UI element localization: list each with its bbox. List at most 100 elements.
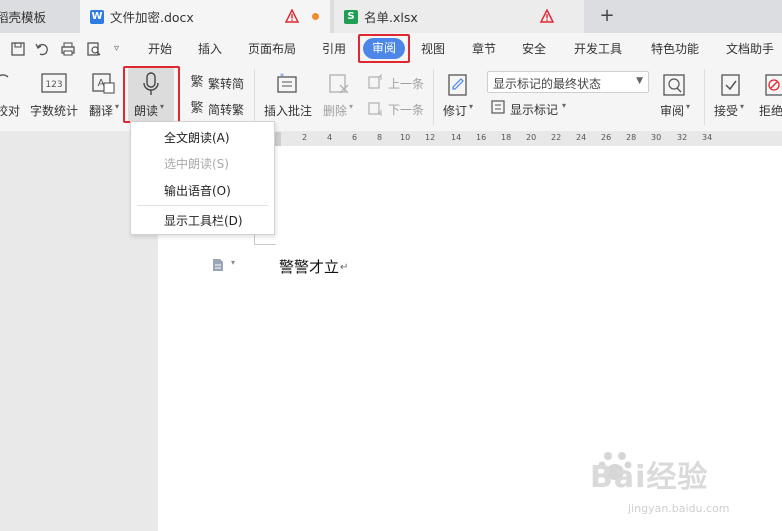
tab-template[interactable]: 稻壳模板	[0, 0, 78, 33]
show-markup-label[interactable]: 显示标记	[510, 101, 558, 118]
tab-docx[interactable]: W 文件加密.docx	[80, 0, 330, 33]
reject-label[interactable]: 拒绝	[759, 102, 782, 119]
translate-icon[interactable]: A	[92, 73, 116, 95]
review-ribbon: 校对 123 字数统计 A 翻译 ▾ 朗读 ▾ 繁 繁转简 繁 简转繁 * 插入…	[0, 65, 782, 131]
ruler-tick: 28	[626, 133, 637, 142]
translate-label[interactable]: 翻译	[89, 102, 113, 119]
word-count-icon[interactable]: 123	[41, 73, 67, 95]
review-pane-label[interactable]: 审阅	[660, 102, 684, 119]
trad-to-simp-label[interactable]: 繁转简	[208, 75, 244, 92]
read-all-item[interactable]: 全文朗读(A)	[164, 129, 230, 146]
chevron-down-icon: ▼	[636, 76, 643, 86]
svg-text:繁: 繁	[190, 100, 203, 115]
ruler-tick: 26	[601, 133, 612, 142]
paragraph-handle-dropdown-icon[interactable]: ▾	[231, 258, 235, 267]
ruler-tick: 30	[651, 133, 662, 142]
reject-icon[interactable]	[764, 73, 782, 97]
horizontal-ruler: 2 4 6 8 10 12 14 16 18 20 22 24 26 28 30…	[275, 132, 782, 146]
menu-insert[interactable]: 插入	[198, 33, 222, 65]
undo-icon[interactable]	[34, 41, 50, 57]
warning-icon	[540, 9, 554, 23]
ruler-tick: 24	[576, 133, 587, 142]
tab-xlsx[interactable]: S 名单.xlsx	[334, 0, 584, 33]
word-count-label[interactable]: 字数统计	[30, 102, 78, 119]
translate-dropdown-icon[interactable]: ▾	[115, 102, 119, 111]
tab-template-label: 稻壳模板	[0, 10, 47, 25]
next-comment-icon[interactable]	[367, 100, 383, 116]
review-pane-dropdown-icon[interactable]: ▾	[686, 102, 690, 111]
accept-icon[interactable]	[720, 73, 742, 97]
track-changes-icon[interactable]	[447, 73, 469, 97]
word-doc-icon: W	[90, 9, 104, 24]
menu-start[interactable]: 开始	[148, 33, 172, 65]
proofread-label[interactable]: 校对	[0, 102, 20, 119]
menu-references[interactable]: 引用	[322, 33, 346, 65]
export-speech-item[interactable]: 输出语音(O)	[164, 182, 231, 199]
ruler-tick: 2	[302, 133, 308, 142]
tab-xlsx-label: 名单.xlsx	[364, 10, 418, 25]
menu-section[interactable]: 章节	[472, 33, 496, 65]
review-pane-icon[interactable]	[662, 73, 686, 97]
read-aloud-menu: 全文朗读(A) 选中朗读(S) 输出语音(O) 显示工具栏(D)	[130, 121, 275, 235]
ruler-tick: 6	[352, 133, 358, 142]
svg-text:繁: 繁	[190, 74, 203, 89]
watermark-brand: Bai经验	[590, 460, 709, 495]
new-tab-plus-icon[interactable]: +	[597, 5, 617, 27]
print-icon[interactable]	[60, 41, 76, 57]
print-preview-icon[interactable]	[86, 41, 102, 57]
paragraph-mark-icon: ↵	[340, 262, 349, 273]
proofread-icon[interactable]	[0, 73, 10, 93]
page-margin-corner	[254, 244, 276, 245]
menu-doc-assistant[interactable]: 文档助手	[726, 33, 774, 65]
watermark-url: jingyan.baidu.com	[628, 502, 730, 515]
traditional-to-simplified-icon[interactable]: 繁	[189, 73, 205, 89]
simplified-to-traditional-icon[interactable]: 繁	[189, 99, 205, 115]
baidu-jingyan-watermark: Bai经验 jingyan.baidu.com	[590, 440, 780, 530]
document-text[interactable]: 警警才立	[279, 256, 339, 277]
markup-state-select[interactable]: 显示标记的最终状态 ▼	[487, 71, 649, 93]
ruler-tick: 14	[451, 133, 462, 142]
quick-access-dropdown-icon[interactable]: ▿	[114, 33, 119, 65]
delete-comment-label[interactable]: 删除	[323, 102, 347, 119]
next-comment-label[interactable]: 下一条	[388, 101, 424, 118]
ruler-tick: 18	[501, 133, 512, 142]
simp-to-trad-label[interactable]: 简转繁	[208, 101, 244, 118]
show-markup-icon[interactable]	[490, 99, 506, 115]
menu-special-features[interactable]: 特色功能	[651, 33, 699, 65]
tab-docx-label: 文件加密.docx	[110, 10, 194, 25]
menu-page-layout[interactable]: 页面布局	[248, 33, 296, 65]
track-changes-dropdown-icon[interactable]: ▾	[469, 102, 473, 111]
ruler-indent-marker[interactable]	[275, 132, 281, 146]
read-selection-item[interactable]: 选中朗读(S)	[164, 155, 229, 172]
menu-security[interactable]: 安全	[522, 33, 546, 65]
ruler-tick: 10	[400, 133, 411, 142]
previous-comment-label[interactable]: 上一条	[388, 75, 424, 92]
menu-view[interactable]: 视图	[421, 33, 445, 65]
markup-state-value: 显示标记的最终状态	[493, 77, 602, 91]
previous-comment-icon[interactable]	[367, 74, 383, 90]
read-aloud-highlight	[123, 66, 180, 123]
document-tab-bar: 稻壳模板 W 文件加密.docx S 名单.xlsx +	[0, 0, 782, 33]
accept-dropdown-icon[interactable]: ▾	[740, 102, 744, 111]
paragraph-handle-icon[interactable]	[212, 258, 224, 272]
track-changes-label[interactable]: 修订	[443, 102, 467, 119]
ruler-tick: 16	[476, 133, 487, 142]
ruler-tick: 20	[526, 133, 537, 142]
warning-icon	[285, 9, 299, 23]
ribbon-divider	[254, 69, 255, 125]
show-markup-dropdown-icon[interactable]: ▾	[562, 101, 566, 110]
delete-dropdown-icon[interactable]: ▾	[349, 102, 353, 111]
excel-doc-icon: S	[344, 9, 358, 24]
save-icon[interactable]	[10, 41, 26, 57]
show-toolbar-item[interactable]: 显示工具栏(D)	[164, 212, 243, 229]
ruler-tick: 4	[327, 133, 333, 142]
delete-comment-icon[interactable]	[328, 73, 350, 95]
svg-text:123: 123	[45, 80, 62, 90]
menu-developer[interactable]: 开发工具	[574, 33, 622, 65]
insert-comment-label[interactable]: 插入批注	[264, 102, 312, 119]
accept-label[interactable]: 接受	[714, 102, 738, 119]
review-tab-highlight	[358, 34, 410, 63]
wps-writer-window: 稻壳模板 W 文件加密.docx S 名单.xlsx + ▿ 开始 插入 页面布…	[0, 0, 782, 531]
insert-comment-icon[interactable]: *	[276, 73, 300, 95]
ruler-tick: 34	[702, 133, 713, 142]
